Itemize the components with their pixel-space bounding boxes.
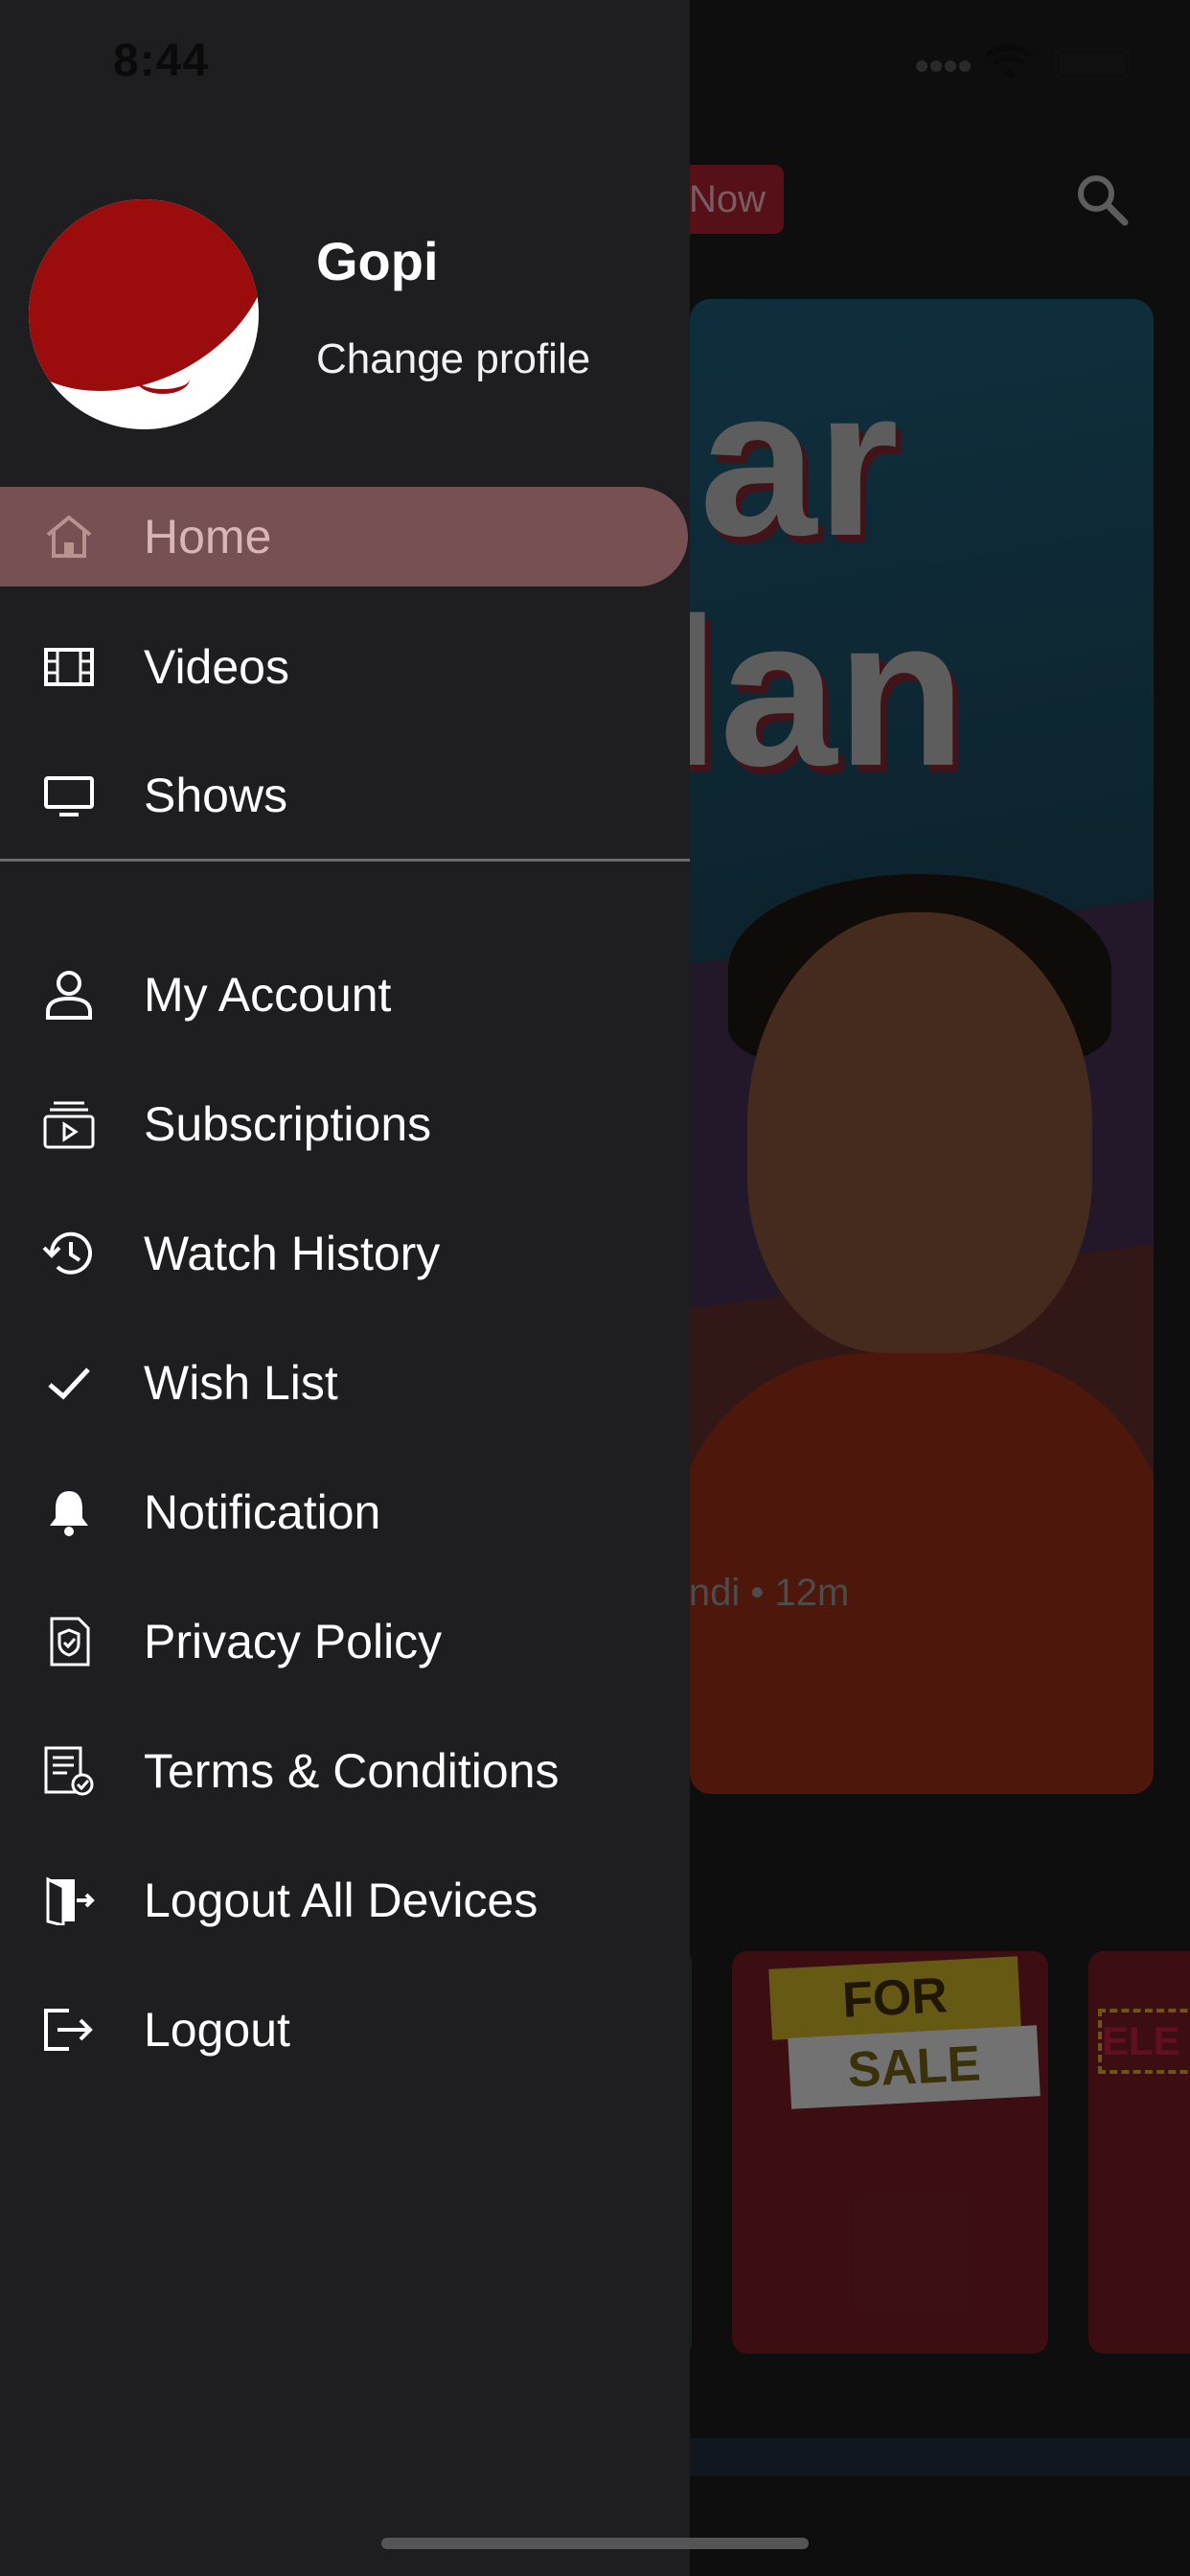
menu-item-label: Watch History bbox=[144, 1227, 441, 1280]
menu-item-shows[interactable]: Shows bbox=[0, 746, 690, 845]
menu-divider bbox=[0, 859, 690, 862]
menu-item-notification[interactable]: Notification bbox=[0, 1462, 690, 1562]
history-icon bbox=[42, 1231, 92, 1275]
bell-icon bbox=[50, 1491, 88, 1536]
menu-item-watch-history[interactable]: Watch History bbox=[0, 1204, 690, 1303]
wifi-icon bbox=[985, 44, 1033, 79]
person-icon bbox=[46, 971, 92, 1020]
menu-item-label: Home bbox=[144, 510, 272, 564]
logout-all-icon bbox=[46, 1876, 95, 1925]
menu-item-logout[interactable]: Logout bbox=[0, 1980, 690, 2080]
battery-icon bbox=[1054, 48, 1131, 80]
menu-item-label: Terms & Conditions bbox=[144, 1744, 560, 1798]
home-indicator bbox=[381, 2538, 809, 2549]
menu-item-home[interactable]: Home bbox=[0, 487, 688, 586]
menu-item-my-account[interactable]: My Account bbox=[0, 945, 690, 1045]
tv-icon bbox=[44, 776, 94, 816]
avatar[interactable] bbox=[29, 199, 259, 429]
menu-item-logout-all-devices[interactable]: Logout All Devices bbox=[0, 1851, 690, 1950]
change-profile-link[interactable]: Change profile bbox=[316, 335, 590, 383]
film-icon bbox=[44, 648, 94, 686]
cellular-signal-icon bbox=[916, 60, 971, 72]
subscriptions-icon bbox=[43, 1101, 95, 1149]
menu-item-terms-conditions[interactable]: Terms & Conditions bbox=[0, 1721, 690, 1821]
terms-document-icon bbox=[44, 1746, 94, 1796]
menu-item-subscriptions[interactable]: Subscriptions bbox=[0, 1074, 690, 1174]
checkmark-icon bbox=[48, 1368, 90, 1400]
menu-item-label: Logout bbox=[144, 2003, 290, 2057]
menu-item-privacy-policy[interactable]: Privacy Policy bbox=[0, 1592, 690, 1691]
logout-icon bbox=[44, 2009, 93, 2051]
profile-name: Gopi bbox=[316, 231, 439, 291]
menu-item-label: My Account bbox=[144, 968, 392, 1022]
side-drawer: Gopi Change profile Home Videos Shows My… bbox=[0, 0, 690, 2576]
menu-item-label: Logout All Devices bbox=[144, 1874, 538, 1927]
menu-item-label: Subscriptions bbox=[144, 1097, 432, 1151]
home-icon bbox=[46, 516, 92, 558]
menu-item-videos[interactable]: Videos bbox=[0, 617, 690, 717]
status-time: 8:44 bbox=[113, 35, 210, 86]
menu-item-label: Notification bbox=[144, 1485, 381, 1539]
shield-document-icon bbox=[50, 1617, 90, 1667]
menu-item-label: Videos bbox=[144, 640, 289, 694]
menu-item-label: Privacy Policy bbox=[144, 1615, 443, 1668]
menu-item-wish-list[interactable]: Wish List bbox=[0, 1333, 690, 1433]
menu-item-label: Wish List bbox=[144, 1356, 338, 1410]
menu-item-label: Shows bbox=[144, 769, 288, 822]
